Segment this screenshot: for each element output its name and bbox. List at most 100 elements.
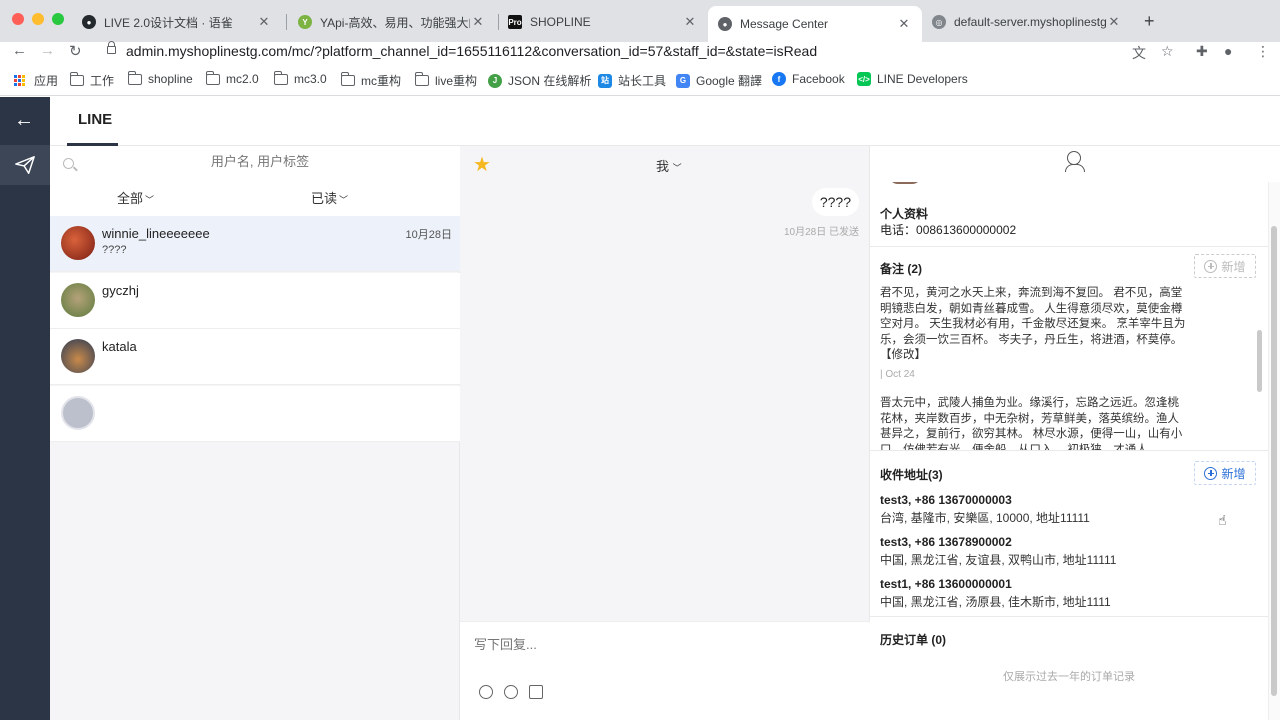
folder-icon <box>70 72 84 86</box>
bookmark-line-developers[interactable]: </> LINE Developers <box>857 72 968 86</box>
chat-panel: ★ 我 ﹀ ???? 10月28日 已发送 <box>460 146 870 720</box>
window-zoom-button[interactable] <box>52 13 64 25</box>
bookmark-facebook[interactable]: f Facebook <box>772 72 845 86</box>
channel-tabs: LINE <box>50 97 1280 146</box>
bookmark-folder[interactable]: mc重构 <box>341 72 401 89</box>
folder-icon <box>341 72 355 86</box>
new-tab-button[interactable]: + <box>1144 11 1155 32</box>
translate-icon[interactable]: 文 <box>1132 43 1146 63</box>
browser-tab-strip: ● LIVE 2.0设计文档 · 语雀 ✕ Y YApi-高效、易用、功能强大的… <box>0 0 1280 42</box>
window-close-button[interactable] <box>12 13 24 25</box>
reply-input[interactable] <box>474 637 650 652</box>
send-plane-icon <box>15 156 35 174</box>
browser-tab[interactable]: ● LIVE 2.0设计文档 · 语雀 ✕ <box>72 8 282 36</box>
search-bar <box>50 146 460 182</box>
close-icon[interactable]: ✕ <box>470 14 486 30</box>
yapi-favicon-icon: Y <box>298 15 312 29</box>
address-recipient: test1, +86 13600000001 <box>880 577 1012 591</box>
forward-arrow-icon[interactable]: → <box>40 42 55 59</box>
note-item: 晋太元中，武陵人捕鱼为业。缘溪行，忘路之远近。忽逢桃花林，夹岸数百步，中无杂树，… <box>880 397 1183 450</box>
messages-nav-button[interactable] <box>0 145 50 185</box>
avatar <box>61 283 95 317</box>
folder-icon <box>274 70 288 85</box>
filter-row: 全部 ﹀ 已读 ﹀ <box>50 182 460 216</box>
bookmark-json[interactable]: J JSON 在线解析 <box>488 72 591 89</box>
bookmark-webmaster[interactable]: 站站长工具 <box>598 72 666 89</box>
addresses-title: 收件地址(3) <box>880 468 943 482</box>
browser-tab[interactable]: Pro SHOPLINE ✕ <box>498 8 708 36</box>
chevron-down-icon: ﹀ <box>145 195 155 205</box>
mouse-pointer-icon: ☝ <box>1218 512 1227 528</box>
search-input[interactable] <box>90 154 430 169</box>
google-translate-icon: G <box>676 73 690 88</box>
back-arrow-icon[interactable]: ← <box>12 42 27 59</box>
bookmark-google-translate[interactable]: G Google 翻譯 <box>676 72 762 89</box>
filter-all-dropdown[interactable]: 全部 ﹀ <box>117 188 154 207</box>
image-icon[interactable] <box>529 685 543 699</box>
info-header <box>870 146 1280 182</box>
reload-icon[interactable]: ↻ <box>69 42 82 60</box>
yuque-favicon-icon: ● <box>82 15 96 29</box>
star-icon[interactable]: ★ <box>473 152 491 177</box>
folder-icon <box>128 70 142 85</box>
message-bubble: ???? <box>811 188 859 216</box>
conversation-item[interactable]: gyczhj <box>50 273 460 329</box>
customer-info-panel: 个人资料 电话：008613600000002 备注 (2) 新增 君不见，黄河… <box>870 146 1280 720</box>
info-scroll-area: 个人资料 电话：008613600000002 备注 (2) 新增 君不见，黄河… <box>870 182 1268 720</box>
extensions-puzzle-icon[interactable]: ✚ <box>1196 43 1208 60</box>
facebook-icon: f <box>772 72 786 86</box>
add-note-button[interactable]: 新增 <box>1194 254 1256 278</box>
browser-tab[interactable]: ◎ default-server.myshoplinestg.c ✕ <box>922 8 1132 36</box>
address-line: 中国, 黑龙江省, 友谊县, 双鸭山市, 地址11111 <box>880 553 1117 567</box>
notes-scrollbar[interactable] <box>1257 330 1262 392</box>
panel-scrollbar-thumb[interactable] <box>1271 226 1277 696</box>
add-address-button[interactable]: 新增 <box>1194 461 1256 485</box>
close-icon[interactable]: ✕ <box>1106 14 1122 30</box>
bookmark-folder[interactable]: shopline <box>128 70 193 86</box>
close-icon[interactable]: ✕ <box>256 14 272 30</box>
bookmark-folder[interactable]: mc2.0 <box>206 70 259 86</box>
line-developers-icon: </> <box>857 72 871 86</box>
bookmark-star-icon[interactable]: ☆ <box>1161 43 1174 60</box>
search-icon <box>63 158 74 169</box>
plus-circle-icon <box>1204 466 1218 480</box>
bookmarks-bar: 应用 工作 shopline mc2.0 mc3.0 mc重构 live重构 J… <box>0 64 1280 96</box>
address-recipient: test3, +86 13678900002 <box>880 535 1012 549</box>
assignee-dropdown[interactable]: 我 ﹀ <box>656 156 682 175</box>
chevron-down-icon: ﹀ <box>339 195 349 205</box>
plus-circle-icon <box>1204 259 1218 273</box>
conversation-item[interactable]: katala <box>50 329 460 385</box>
back-arrow-icon[interactable]: ← <box>14 109 34 132</box>
emoji-icon[interactable] <box>504 685 518 699</box>
browser-tab-active[interactable]: ● Message Center ✕ <box>708 6 922 42</box>
user-icon[interactable] <box>1065 151 1085 172</box>
json-icon: J <box>488 73 502 88</box>
globe-icon: ◎ <box>932 15 946 29</box>
browser-tab[interactable]: Y YApi-高效、易用、功能强大的可 ✕ <box>288 8 496 36</box>
bookmark-folder[interactable]: mc3.0 <box>274 70 327 86</box>
bookmark-folder[interactable]: 工作 <box>70 72 114 89</box>
note-item: 君不见，黄河之水天上来，奔流到海不复回。 君不见，高堂明镜悲白发，朝如青丝暮成雪… <box>880 287 1186 361</box>
quick-reply-icon[interactable] <box>479 685 493 699</box>
close-icon[interactable]: ✕ <box>896 16 912 32</box>
avatar <box>61 339 95 373</box>
conversation-item[interactable]: winnie_lineeeeeee ???? 10月28日 <box>50 216 460 272</box>
address-line: 中国, 黑龙江省, 汤原县, 佳木斯市, 地址1111 <box>880 595 1111 609</box>
bookmark-folder[interactable]: live重构 <box>415 72 477 89</box>
address-bar[interactable]: admin.myshoplinestg.com/mc/?platform_cha… <box>126 43 817 59</box>
chevron-down-icon: ﹀ <box>672 163 682 173</box>
profile-avatar-icon[interactable]: ● <box>1224 43 1232 59</box>
browser-toolbar: ← → ↻ admin.myshoplinestg.com/mc/?platfo… <box>0 41 1280 64</box>
browser-menu-icon[interactable]: ⋮ <box>1256 43 1270 60</box>
shopline-favicon-icon: Pro <box>508 15 522 29</box>
tab-line[interactable]: LINE <box>78 111 112 128</box>
orders-hint: 仅展示过去一年的订单记录 <box>1003 671 1135 683</box>
folder-icon <box>206 70 220 85</box>
window-minimize-button[interactable] <box>32 13 44 25</box>
conversation-item[interactable] <box>50 386 460 442</box>
bookmark-apps[interactable]: 应用 <box>14 72 58 89</box>
close-icon[interactable]: ✕ <box>682 14 698 30</box>
message-center-app: ← LINE 全部﹀ 已读﹀ winnie_lineeeeeee ???? 10… <box>0 97 1280 720</box>
chat-header: ★ 我 ﹀ <box>460 146 870 182</box>
filter-read-state-dropdown[interactable]: 已读 ﹀ <box>311 188 348 207</box>
